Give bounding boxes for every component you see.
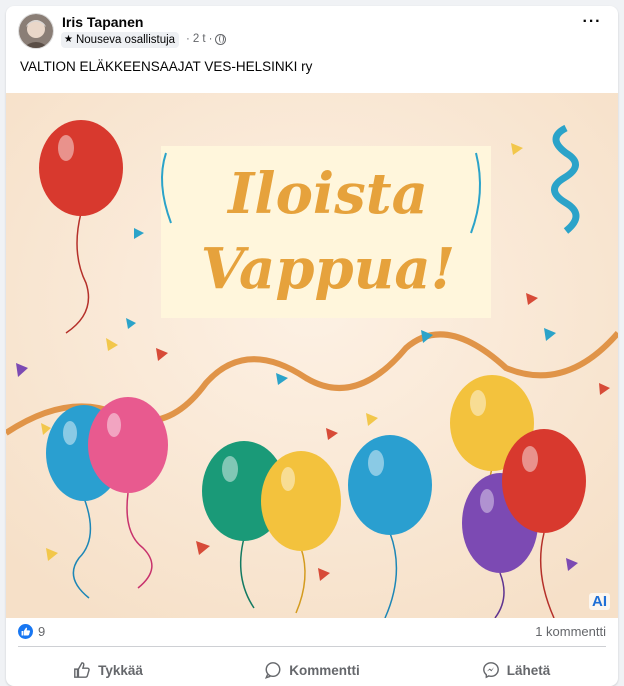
greeting-line-1: Iloista (226, 161, 428, 227)
reaction-count[interactable]: 9 (38, 624, 45, 639)
greeting-line-2: Vappua! (201, 236, 456, 302)
like-label: Tykkää (98, 662, 143, 678)
avatar[interactable] (18, 13, 54, 49)
comment-button[interactable]: Kommentti (210, 649, 414, 685)
vappu-illustration: Iloista Vappua! (6, 93, 618, 619)
badge-label: Nousev­a osallistuja (75, 34, 176, 46)
share-label: Lähetä (506, 662, 551, 678)
author-name[interactable]: Iris Tapanen (62, 14, 143, 30)
meta-separator: · (186, 33, 190, 45)
comment-icon (265, 662, 281, 679)
meta-separator-2: · (208, 33, 213, 45)
post-header: Iris Tapanen ★ Nousev­a osallistuja · 2 … (6, 6, 618, 54)
messenger-icon (482, 662, 499, 679)
action-bar: Tykkää Kommentti Lähetä (6, 649, 618, 685)
ai-label[interactable]: AI (589, 593, 610, 610)
like-reaction-icon[interactable] (18, 624, 33, 639)
comment-label: Kommentti (289, 662, 360, 678)
share-button[interactable]: Lähetä (414, 649, 618, 685)
reaction-summary: 9 1 kommentti (6, 618, 618, 644)
comment-count[interactable]: 1 kommentti (535, 624, 606, 639)
post-text: VALTION ELÄKKEENSAAJAT VES-HELSINKI ry (20, 59, 313, 74)
thumbs-up-icon (74, 662, 90, 678)
post-meta: · 2 t · (186, 33, 227, 45)
post-card: Iris Tapanen ★ Nousev­a osallistuja · 2 … (6, 6, 618, 686)
more-icon[interactable]: ··· (580, 14, 604, 34)
star-icon: ★ (64, 34, 73, 45)
post-time[interactable]: 2 t (193, 33, 206, 45)
contributor-badge[interactable]: ★ Nousev­a osallistuja (61, 32, 180, 48)
like-button[interactable]: Tykkää (6, 649, 210, 685)
divider (18, 646, 606, 647)
globe-icon[interactable] (215, 33, 227, 45)
post-image[interactable]: Iloista Vappua! AI (6, 93, 618, 619)
